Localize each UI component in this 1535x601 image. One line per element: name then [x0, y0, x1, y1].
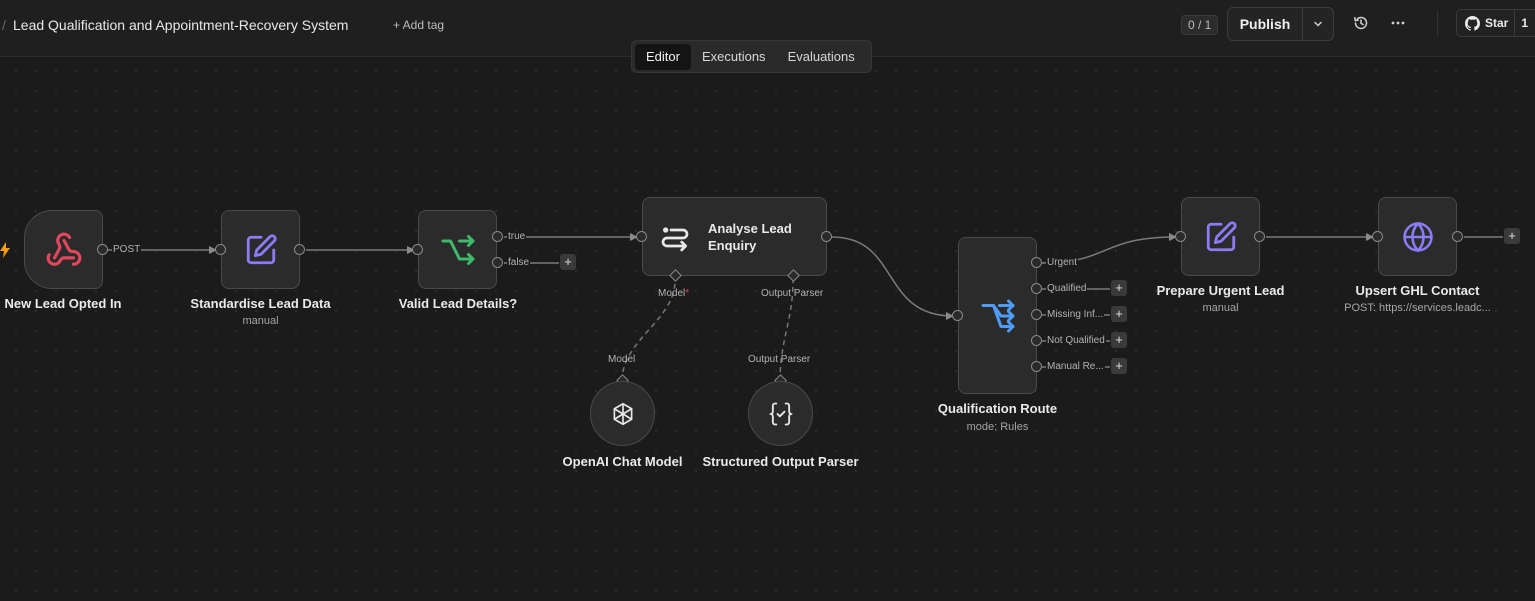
analyse-model-port-label: Model*	[658, 288, 690, 299]
switch-route-icon	[981, 299, 1014, 332]
node-subtitle-standardise: manual	[242, 315, 279, 327]
more-options-icon[interactable]	[1389, 14, 1407, 32]
standardise-output-handle[interactable]	[294, 244, 305, 255]
valid-true-label: true	[507, 231, 527, 242]
valid-false-add-button[interactable]: +	[560, 254, 576, 270]
analyse-parser-port-label: Output Parser	[761, 288, 824, 299]
node-label-parser: Structured Output Parser	[702, 454, 859, 469]
route-manual-add-button[interactable]: +	[1111, 358, 1127, 374]
upsert-output-handle[interactable]	[1452, 231, 1463, 242]
route-output-urgent-handle[interactable]	[1031, 257, 1042, 268]
breadcrumb-separator: /	[2, 17, 6, 33]
github-icon	[1465, 15, 1480, 31]
add-tag-button[interactable]: + Add tag	[393, 18, 444, 32]
workflow-canvas[interactable]	[0, 57, 1535, 601]
parser-port-label: Output Parser	[748, 354, 811, 365]
toolbar-divider	[1437, 10, 1438, 36]
route-output-qualified-handle[interactable]	[1031, 283, 1042, 294]
braces-check-icon	[769, 402, 792, 425]
tab-editor[interactable]: Editor	[635, 43, 691, 70]
history-icon[interactable]	[1352, 14, 1370, 32]
route-output-label: Urgent	[1046, 257, 1079, 268]
github-star-label: Star	[1485, 16, 1509, 30]
trigger-output-handle[interactable]	[97, 244, 108, 255]
node-subtitle-prepare: manual	[1202, 302, 1239, 314]
github-star-button[interactable]: Star	[1457, 10, 1516, 36]
route-notqualified-add-button[interactable]: +	[1111, 332, 1127, 348]
valid-true-handle[interactable]	[492, 231, 503, 242]
node-valid-lead-details[interactable]	[418, 210, 497, 289]
node-analyse-lead-enquiry[interactable]: Analyse Lead Enquiry	[642, 197, 827, 276]
trigger-edge-label: POST	[112, 244, 142, 255]
upsert-input-handle[interactable]	[1372, 231, 1383, 242]
valid-false-handle[interactable]	[492, 257, 503, 268]
globe-icon	[1402, 221, 1433, 252]
node-label-route: Qualification Route	[937, 401, 1058, 416]
node-qualification-route[interactable]	[958, 237, 1037, 394]
edit-pen-icon	[1206, 220, 1237, 251]
openai-port-label: Model	[608, 354, 636, 365]
route-output-missing-handle[interactable]	[1031, 309, 1042, 320]
view-tabs: Editor Executions Evaluations	[631, 40, 872, 73]
node-new-lead-opted-in[interactable]	[24, 210, 103, 289]
publish-button-group: Publish	[1227, 7, 1334, 41]
upsert-add-button[interactable]: +	[1504, 228, 1520, 244]
node-label-new-lead: New Lead Opted In	[4, 296, 122, 311]
node-label-valid: Valid Lead Details?	[398, 296, 518, 311]
node-structured-output-parser[interactable]	[748, 381, 813, 446]
github-star-count: 1	[1521, 16, 1529, 30]
route-output-manual-handle[interactable]	[1031, 361, 1042, 372]
github-star-widget: Star 1	[1456, 9, 1535, 37]
workflow-title[interactable]: Lead Qualification and Appointment-Recov…	[13, 17, 348, 33]
node-label-standardise: Standardise Lead Data	[190, 296, 331, 311]
node-label-analyse: Analyse Lead Enquiry	[708, 221, 792, 253]
node-label-upsert: Upsert GHL Contact	[1355, 283, 1480, 298]
route-output-notqualified-handle[interactable]	[1031, 335, 1042, 346]
node-upsert-ghl-contact[interactable]	[1378, 197, 1457, 276]
webhook-icon	[46, 232, 81, 266]
trigger-bolt-icon	[0, 242, 10, 258]
route-input-handle[interactable]	[952, 310, 963, 321]
node-openai-chat-model[interactable]	[590, 381, 655, 446]
analyse-output-handle[interactable]	[821, 231, 832, 242]
route-qualified-add-button[interactable]: +	[1111, 280, 1127, 296]
edit-pen-icon	[246, 233, 277, 264]
tab-executions[interactable]: Executions	[691, 44, 777, 70]
route-missing-add-button[interactable]: +	[1111, 306, 1127, 322]
agent-route-icon	[661, 227, 689, 252]
node-prepare-urgent-lead[interactable]	[1181, 197, 1260, 276]
valid-false-label: false	[507, 257, 531, 268]
node-standardise-lead-data[interactable]	[221, 210, 300, 289]
active-counter: 0 / 1	[1181, 15, 1219, 35]
route-output-label: Qualified	[1046, 283, 1088, 294]
valid-input-handle[interactable]	[412, 244, 423, 255]
prepare-input-handle[interactable]	[1175, 231, 1186, 242]
prepare-output-handle[interactable]	[1254, 231, 1265, 242]
publish-options-button[interactable]	[1303, 8, 1333, 40]
node-label-prepare: Prepare Urgent Lead	[1156, 283, 1285, 298]
node-subtitle-route: mode: Rules	[966, 421, 1029, 433]
route-output-label: Manual Re...	[1046, 361, 1105, 372]
app-window: / Lead Qualification and Appointment-Rec…	[0, 0, 1535, 601]
node-label-openai: OpenAI Chat Model	[562, 454, 683, 469]
if-branch-icon	[441, 234, 474, 265]
standardise-input-handle[interactable]	[215, 244, 226, 255]
route-output-label: Not Qualified	[1046, 335, 1106, 346]
node-subtitle-upsert: POST: https://services.leadc...	[1344, 302, 1491, 314]
openai-icon	[613, 402, 632, 425]
chevron-down-icon	[1314, 21, 1322, 27]
analyse-input-handle[interactable]	[636, 231, 647, 242]
publish-button[interactable]: Publish	[1228, 8, 1303, 40]
tab-evaluations[interactable]: Evaluations	[777, 44, 866, 70]
route-output-label: Missing Inf...	[1046, 309, 1105, 320]
